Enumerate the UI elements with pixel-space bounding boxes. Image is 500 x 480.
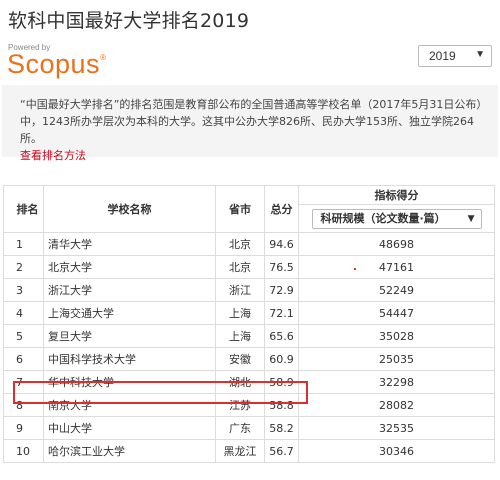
scopus-logo: Scopus® [7,49,106,80]
header-rank: 排名 [3,185,44,233]
chevron-down-icon: ▼ [467,213,475,224]
school-name-cell: 清华大学 [43,232,216,256]
indicator-value-cell: 32298 [298,370,495,394]
total-score-cell: 76.5 [264,255,299,279]
page-title: 软科中国最好大学排名2019 [8,10,250,32]
school-name-cell: 中山大学 [43,416,216,440]
year-select-value: 2019 [429,49,456,63]
province-cell: 安徽 [215,347,265,371]
table-row: 2 北京大学 北京 76.5 47161 [3,255,495,279]
indicator-value-cell: 25035 [298,347,495,371]
province-cell: 江苏 [215,393,265,417]
province-cell: 广东 [215,416,265,440]
ranking-table: 排名 学校名称 省市 总分 指标得分 科研规模（论文数量·篇） ▼ 1 清华大学北… [3,185,495,463]
province-cell: 上海 [215,324,265,348]
header-total-score: 总分 [264,185,299,233]
total-score-cell: 65.6 [264,324,299,348]
school-name-cell: 浙江大学 [43,278,216,302]
rank-cell: 10 [3,439,44,463]
province-cell: 湖北 [215,370,265,394]
ranking-method-link[interactable]: 查看排名方法 [20,147,484,164]
indicator-value-cell: 35028 [298,324,495,348]
table-row: 7 华中科技大学 湖北 58.9 32298 [3,370,495,394]
brand-name: Scopus [7,49,101,79]
table-row: 10 哈尔滨工业大学 黑龙江 56.7 30346 [3,439,495,463]
total-score-cell: 58.2 [264,416,299,440]
rank-cell: 5 [3,324,44,348]
school-name-cell: 中国科学技术大学 [43,347,216,371]
indicator-value-cell: 32535 [298,416,495,440]
indicator-value-cell: 52249 [298,278,495,302]
school-name-cell: 复旦大学 [43,324,216,348]
header-indicator-group: 指标得分 [298,185,495,205]
rank-cell: 3 [3,278,44,302]
table-row: 8 南京大学 江苏 58.8 28082 [3,393,495,417]
total-score-cell: 72.9 [264,278,299,302]
rank-cell: 2 [3,255,44,279]
total-score-cell: 94.6 [264,232,299,256]
total-score-cell: 72.1 [264,301,299,325]
province-cell: 北京 [215,255,265,279]
table-row: 1 清华大学 北京 94.6 48698 [3,232,495,256]
brand-mark: ® [100,53,107,62]
school-name-cell: 哈尔滨工业大学 [43,439,216,463]
indicator-select[interactable]: 科研规模（论文数量·篇） ▼ [311,208,482,229]
school-name-cell: 上海交通大学 [43,301,216,325]
table-row: 6 中国科学技术大学 安徽 60.9 25035 [3,347,495,371]
school-name-cell: 北京大学 [43,255,216,279]
indicator-value-cell: 30346 [298,439,495,463]
school-name-cell: 华中科技大学 [43,370,216,394]
year-select[interactable]: 2019 ▼ [418,45,492,67]
indicator-value-cell: 54447 [298,301,495,325]
rank-cell: 1 [3,232,44,256]
description-text: “中国最好大学排名”的排名范围是教育部公布的全国普通高等学校名单（2017年5月… [20,98,482,145]
table-row: 5 复旦大学 上海 65.6 35028 [3,324,495,348]
rank-cell: 4 [3,301,44,325]
total-score-cell: 60.9 [264,347,299,371]
total-score-cell: 58.9 [264,370,299,394]
table-row: 3 浙江大学 浙江 72.9 52249 [3,278,495,302]
indicator-value-cell: 47161 [298,255,495,279]
rank-cell: 9 [3,416,44,440]
header-indicator-cell: 科研规模（论文数量·篇） ▼ [298,204,495,233]
header-school-name: 学校名称 [43,185,216,233]
description-panel: “中国最好大学排名”的排名范围是教育部公布的全国普通高等学校名单（2017年5月… [2,85,498,162]
rank-cell: 7 [3,370,44,394]
school-name-cell: 南京大学 [43,393,216,417]
chevron-down-icon: ▼ [475,49,485,60]
rank-cell: 8 [3,393,44,417]
indicator-value-cell: 48698 [298,232,495,256]
table-row: 9 中山大学 广东 58.2 32535 [3,416,495,440]
total-score-cell: 58.8 [264,393,299,417]
indicator-select-value: 科研规模（论文数量·篇） [320,211,446,225]
table-row: 4 上海交通大学 上海 72.1 54447 [3,301,495,325]
total-score-cell: 56.7 [264,439,299,463]
province-cell: 北京 [215,232,265,256]
province-cell: 黑龙江 [215,439,265,463]
header-province: 省市 [215,185,265,233]
province-cell: 上海 [215,301,265,325]
red-dot [354,268,356,270]
province-cell: 浙江 [215,278,265,302]
indicator-value-cell: 28082 [298,393,495,417]
rank-cell: 6 [3,347,44,371]
